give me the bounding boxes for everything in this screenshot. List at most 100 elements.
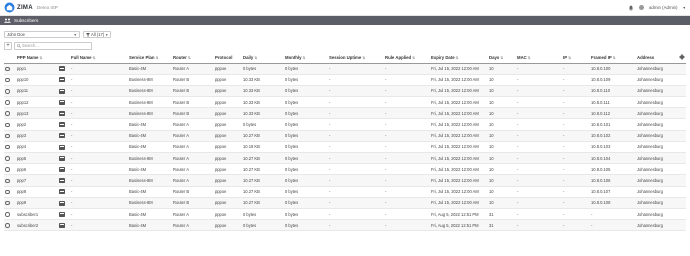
table-row[interactable]: ppp6 - Basic-4M Router A pppoe 10.27 KB 0 byte… bbox=[4, 164, 686, 175]
row-card[interactable] bbox=[58, 119, 70, 130]
id-card-icon[interactable] bbox=[59, 144, 65, 150]
cell-ppp[interactable]: ppp6 bbox=[16, 164, 58, 175]
row-select[interactable] bbox=[4, 85, 16, 96]
chevron-down-icon[interactable]: ▼ bbox=[683, 6, 686, 10]
col-session-uptime[interactable]: Session Uptime⇅ bbox=[328, 52, 384, 64]
row-card[interactable] bbox=[58, 74, 70, 85]
table-row[interactable]: ppp4 - Basic-4M Router A pppoe 10.19 KB 0 byte… bbox=[4, 141, 686, 153]
filter-button[interactable]: All (17) ▼ bbox=[83, 31, 112, 38]
cell-ppp[interactable]: subscriber1 bbox=[16, 208, 58, 219]
table-row[interactable]: ppp10 - Business-8M Router B pppoe 10.33 KB 0 … bbox=[4, 74, 686, 86]
table-row[interactable]: ppp9 - Business-8M Router B pppoe 10.27 KB 0 b… bbox=[4, 197, 686, 209]
table-row[interactable]: ppp13 - Business-8M Router B pppoe 10.33 KB 0 … bbox=[4, 107, 686, 119]
row-select[interactable] bbox=[4, 119, 16, 130]
row-select[interactable] bbox=[4, 153, 16, 164]
id-card-icon[interactable] bbox=[59, 166, 65, 172]
cell-ppp[interactable]: ppp2 bbox=[16, 119, 58, 130]
row-card[interactable] bbox=[58, 197, 70, 208]
cell-ppp[interactable]: ppp3 bbox=[16, 130, 58, 141]
table-row[interactable]: ppp5 - Business-8M Router A pppoe 10.27 KB 0 b… bbox=[4, 152, 686, 164]
owner-select[interactable]: John Doe ▼ bbox=[4, 31, 80, 38]
search-input[interactable]: Search... bbox=[14, 41, 92, 50]
table-row[interactable]: ppp7 - Business-8M Router A pppoe 10.27 KB 0 b… bbox=[4, 174, 686, 187]
id-card-icon[interactable] bbox=[59, 133, 65, 139]
row-select[interactable] bbox=[4, 74, 16, 85]
col-daily[interactable]: Daily⇅ bbox=[242, 52, 284, 64]
row-radio[interactable] bbox=[5, 167, 10, 172]
cell-ppp[interactable]: ppp11 bbox=[16, 85, 58, 96]
col-rule-applied[interactable]: Rule Applied⇅ bbox=[384, 52, 430, 64]
cell-ppp[interactable]: ppp12 bbox=[16, 97, 58, 108]
row-card[interactable] bbox=[58, 130, 70, 141]
cell-ppp[interactable]: ppp9 bbox=[16, 197, 58, 208]
col-expiry-date[interactable]: Expiry Date⇅ bbox=[430, 52, 488, 64]
table-row[interactable]: ppp3 - Basic-4M Router A pppoe 10.27 KB 0 byte… bbox=[4, 130, 686, 142]
bell-icon[interactable] bbox=[628, 5, 634, 11]
avatar-icon[interactable] bbox=[638, 5, 644, 10]
row-card[interactable] bbox=[58, 63, 70, 74]
row-card[interactable] bbox=[58, 97, 70, 108]
col-ip[interactable]: IP⇅ bbox=[562, 52, 590, 64]
row-radio[interactable] bbox=[5, 156, 10, 161]
id-card-icon[interactable] bbox=[59, 77, 65, 83]
row-select[interactable] bbox=[4, 175, 16, 186]
row-card[interactable] bbox=[58, 141, 70, 152]
col-address[interactable]: Address bbox=[636, 52, 686, 64]
row-radio[interactable] bbox=[5, 144, 10, 150]
row-radio[interactable] bbox=[5, 111, 10, 116]
row-select[interactable] bbox=[4, 164, 16, 175]
cell-ppp[interactable]: subscriber2 bbox=[16, 220, 58, 231]
brand[interactable]: ZIMA bbox=[4, 2, 33, 13]
col-mac[interactable]: MAC⇅ bbox=[516, 52, 562, 64]
row-card[interactable] bbox=[58, 186, 70, 197]
col-framed-ip[interactable]: Framed IP⇅ bbox=[590, 52, 636, 64]
id-card-icon[interactable] bbox=[59, 178, 65, 184]
row-radio[interactable] bbox=[5, 66, 10, 72]
row-select[interactable] bbox=[4, 141, 16, 152]
row-radio[interactable] bbox=[5, 223, 10, 228]
table-row[interactable]: ppp2 - Basic-4M Router A pppoe 0 bytes 0 bytes… bbox=[4, 119, 686, 131]
row-card[interactable] bbox=[58, 153, 70, 164]
id-card-icon[interactable] bbox=[59, 88, 65, 94]
add-subscriber-button[interactable]: + bbox=[4, 41, 12, 50]
cell-ppp[interactable]: ppp1 bbox=[16, 63, 58, 74]
row-radio[interactable] bbox=[5, 178, 10, 184]
id-card-icon[interactable] bbox=[59, 200, 65, 206]
row-card[interactable] bbox=[58, 220, 70, 231]
table-row[interactable]: ppp11 - Business-8M Router B pppoe 10.33 KB 0 … bbox=[4, 85, 686, 97]
row-select[interactable] bbox=[4, 197, 16, 208]
col-ppp-name[interactable]: PPP Name⇅ bbox=[16, 52, 58, 64]
row-radio[interactable] bbox=[5, 89, 10, 94]
table-row[interactable]: subscriber1 - Basic-4M Router A pppoe 0 bytes… bbox=[4, 208, 686, 220]
row-card[interactable] bbox=[58, 164, 70, 175]
row-select[interactable] bbox=[4, 186, 16, 197]
row-select[interactable] bbox=[4, 130, 16, 141]
col-days[interactable]: Days⇅ bbox=[488, 52, 516, 64]
col-service-plan[interactable]: Service Plan⇅ bbox=[128, 52, 172, 64]
row-card[interactable] bbox=[58, 208, 70, 219]
id-card-icon[interactable] bbox=[59, 222, 65, 228]
col-protocol[interactable]: Protocol bbox=[214, 52, 242, 64]
row-card[interactable] bbox=[58, 175, 70, 186]
id-card-icon[interactable] bbox=[59, 155, 65, 161]
id-card-icon[interactable] bbox=[59, 122, 65, 128]
cell-ppp[interactable]: ppp10 bbox=[16, 74, 58, 85]
cell-ppp[interactable]: ppp7 bbox=[16, 175, 58, 186]
row-card[interactable] bbox=[58, 108, 70, 119]
row-select[interactable] bbox=[4, 97, 16, 108]
id-card-icon[interactable] bbox=[59, 66, 65, 72]
cell-ppp[interactable]: ppp5 bbox=[16, 153, 58, 164]
id-card-icon[interactable] bbox=[59, 211, 65, 217]
table-row[interactable]: ppp8 - Basic-4M Router B pppoe 10.27 KB 0 byte… bbox=[4, 186, 686, 198]
col-monthly[interactable]: Monthly⇅ bbox=[284, 52, 328, 64]
row-select[interactable] bbox=[4, 208, 16, 219]
row-radio[interactable] bbox=[5, 200, 10, 206]
row-radio[interactable] bbox=[5, 133, 10, 139]
row-radio[interactable] bbox=[5, 100, 10, 105]
row-card[interactable] bbox=[58, 85, 70, 96]
row-select[interactable] bbox=[4, 63, 16, 74]
col-full-name[interactable]: Full Name⇅ bbox=[70, 52, 128, 64]
user-menu[interactable]: admin (Admin) bbox=[649, 5, 678, 10]
row-radio[interactable] bbox=[5, 77, 10, 83]
row-select[interactable] bbox=[4, 220, 16, 231]
